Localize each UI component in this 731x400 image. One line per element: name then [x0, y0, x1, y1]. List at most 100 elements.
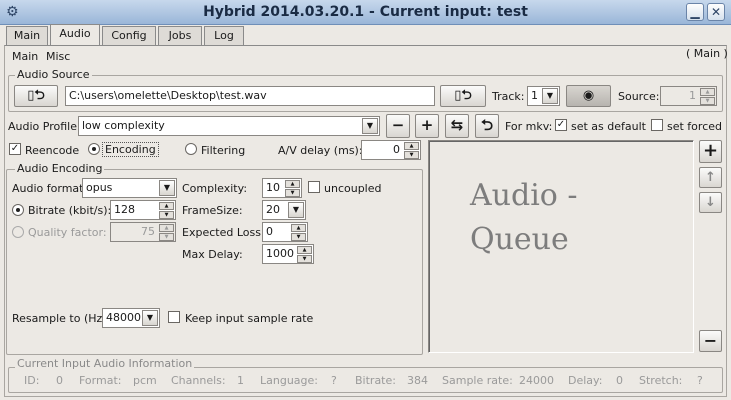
source-label: Source:: [618, 90, 660, 103]
window-title: Hybrid 2014.03.20.1 - Current input: tes…: [203, 4, 528, 20]
expected-loss-label: Expected Loss:: [182, 226, 265, 239]
spin-up-icon: ▲: [700, 88, 715, 96]
quality-spinner[interactable]: 75 ▲ ▼: [110, 222, 176, 242]
close-icon[interactable]: ✕: [707, 3, 725, 21]
tab-log[interactable]: Log: [204, 26, 244, 45]
audio-format-value: opus: [86, 181, 113, 194]
chevron-down-icon: ▼: [362, 118, 378, 134]
info-channels-value: 1: [237, 374, 244, 387]
keep-rate-checkbox[interactable]: [168, 311, 180, 323]
framesize-label: FrameSize:: [182, 204, 243, 217]
encoding-label: Encoding: [102, 142, 159, 157]
chevron-down-icon: ▼: [288, 202, 304, 218]
expected-loss-spinner[interactable]: 0 ▲ ▼: [262, 222, 308, 242]
undo-icon: ⮌: [34, 88, 45, 103]
undo-icon: ⮌: [461, 88, 472, 103]
expected-loss-value: 0: [266, 225, 273, 238]
uncoupled-label: uncoupled: [324, 182, 382, 195]
audio-encoding-frame: [6, 169, 423, 355]
for-mkv-label: For mkv:: [505, 120, 553, 133]
info-samplerate-label: Sample rate:: [442, 374, 513, 387]
minimize-icon[interactable]: ▁: [686, 3, 704, 21]
source-spinner[interactable]: 1 ▲ ▼: [660, 86, 717, 106]
quality-value: 75: [141, 225, 155, 238]
info-bitrate-value: 384: [407, 374, 428, 387]
info-language-value: ?: [331, 374, 337, 387]
info-id-label: ID:: [24, 374, 40, 387]
reset-profile-button[interactable]: ⮌: [475, 114, 499, 138]
bitrate-spinner[interactable]: 128 ▲ ▼: [110, 200, 176, 220]
spin-down-icon: ▼: [404, 151, 419, 159]
chevron-down-icon: ▼: [159, 180, 175, 196]
tab-main[interactable]: Main: [6, 26, 48, 45]
add-profile-button[interactable]: +: [415, 114, 439, 138]
spin-down-icon: ▼: [297, 255, 312, 263]
subtab-misc[interactable]: Misc: [46, 50, 70, 63]
resample-label: Resample to (Hz):: [12, 312, 111, 325]
av-delay-value: 0: [393, 143, 400, 156]
info-language-label: Language:: [260, 374, 318, 387]
select-source-button[interactable]: ▯⮌: [440, 85, 486, 107]
spin-up-icon: ▲: [291, 224, 306, 232]
info-stretch-label: Stretch:: [639, 374, 683, 387]
spin-down-icon: ▼: [291, 233, 306, 241]
framesize-select[interactable]: 20 ▼: [262, 200, 306, 220]
spin-down-icon: ▼: [159, 233, 174, 241]
spin-up-icon: ▲: [159, 202, 174, 210]
subtab-main[interactable]: Main: [12, 50, 38, 63]
bitrate-radio[interactable]: [12, 204, 24, 216]
uncoupled-checkbox[interactable]: [308, 181, 320, 193]
quality-radio[interactable]: [12, 226, 24, 238]
tab-audio[interactable]: Audio: [50, 24, 100, 46]
reencode-checkbox[interactable]: ✓: [9, 143, 21, 155]
track-select[interactable]: 1 ▼: [527, 86, 560, 106]
preview-button[interactable]: ◉: [566, 85, 611, 107]
set-default-checkbox[interactable]: ✓: [555, 119, 567, 131]
max-delay-value: 1000: [266, 247, 294, 260]
spin-down-icon: ▼: [700, 97, 715, 105]
tab-config[interactable]: Config: [102, 26, 156, 45]
resample-select[interactable]: 48000 ▼: [102, 308, 160, 328]
queue-remove-button[interactable]: −: [699, 330, 722, 352]
filtering-radio[interactable]: [185, 143, 197, 155]
spin-down-icon: ▼: [285, 189, 300, 197]
swap-profile-button[interactable]: ⇆: [445, 114, 469, 138]
chevron-down-icon: ▼: [542, 88, 558, 104]
source-path-input[interactable]: C:\users\omelette\Desktop\test.wav: [65, 86, 435, 106]
queue-add-button[interactable]: +: [699, 140, 722, 163]
tab-jobs[interactable]: Jobs: [158, 26, 202, 45]
av-delay-spinner[interactable]: 0 ▲ ▼: [361, 140, 421, 160]
set-default-label: set as default: [571, 120, 646, 133]
queue-up-button[interactable]: ↑: [699, 167, 722, 188]
spin-down-icon: ▼: [159, 211, 174, 219]
queue-placeholder-line1: Audio -: [470, 178, 578, 213]
open-source-button[interactable]: ▯⮌: [14, 85, 58, 107]
filtering-label: Filtering: [201, 144, 246, 157]
reencode-label: Reencode: [25, 144, 80, 157]
audio-profile-value: low complexity: [82, 119, 165, 132]
set-forced-checkbox[interactable]: [651, 119, 663, 131]
info-id-value: 0: [56, 374, 63, 387]
input-info-title: Current Input Audio Information: [15, 357, 195, 370]
audio-profile-select[interactable]: low complexity ▼: [78, 116, 380, 136]
complexity-value: 10: [266, 181, 280, 194]
chevron-down-icon: ▼: [142, 310, 158, 326]
keep-rate-label: Keep input sample rate: [185, 312, 314, 325]
audio-format-label: Audio format:: [12, 182, 88, 195]
complexity-spinner[interactable]: 10 ▲ ▼: [262, 178, 302, 198]
encoding-radio[interactable]: [88, 143, 100, 155]
audio-format-select[interactable]: opus ▼: [82, 178, 177, 198]
max-delay-spinner[interactable]: 1000 ▲ ▼: [262, 244, 314, 264]
set-forced-label: set forced: [667, 120, 722, 133]
audio-encoding-title: Audio Encoding: [15, 162, 105, 175]
queue-down-button[interactable]: ↓: [699, 192, 722, 213]
complexity-label: Complexity:: [182, 182, 248, 195]
spin-up-icon: ▲: [297, 246, 312, 254]
info-delay-label: Delay:: [568, 374, 603, 387]
context-label: ( Main ): [686, 47, 728, 60]
bitrate-value: 128: [114, 203, 135, 216]
quality-label: Quality factor:: [28, 226, 107, 239]
spin-up-icon: ▲: [404, 142, 419, 150]
remove-profile-button[interactable]: −: [386, 114, 410, 138]
track-label: Track:: [492, 90, 525, 103]
